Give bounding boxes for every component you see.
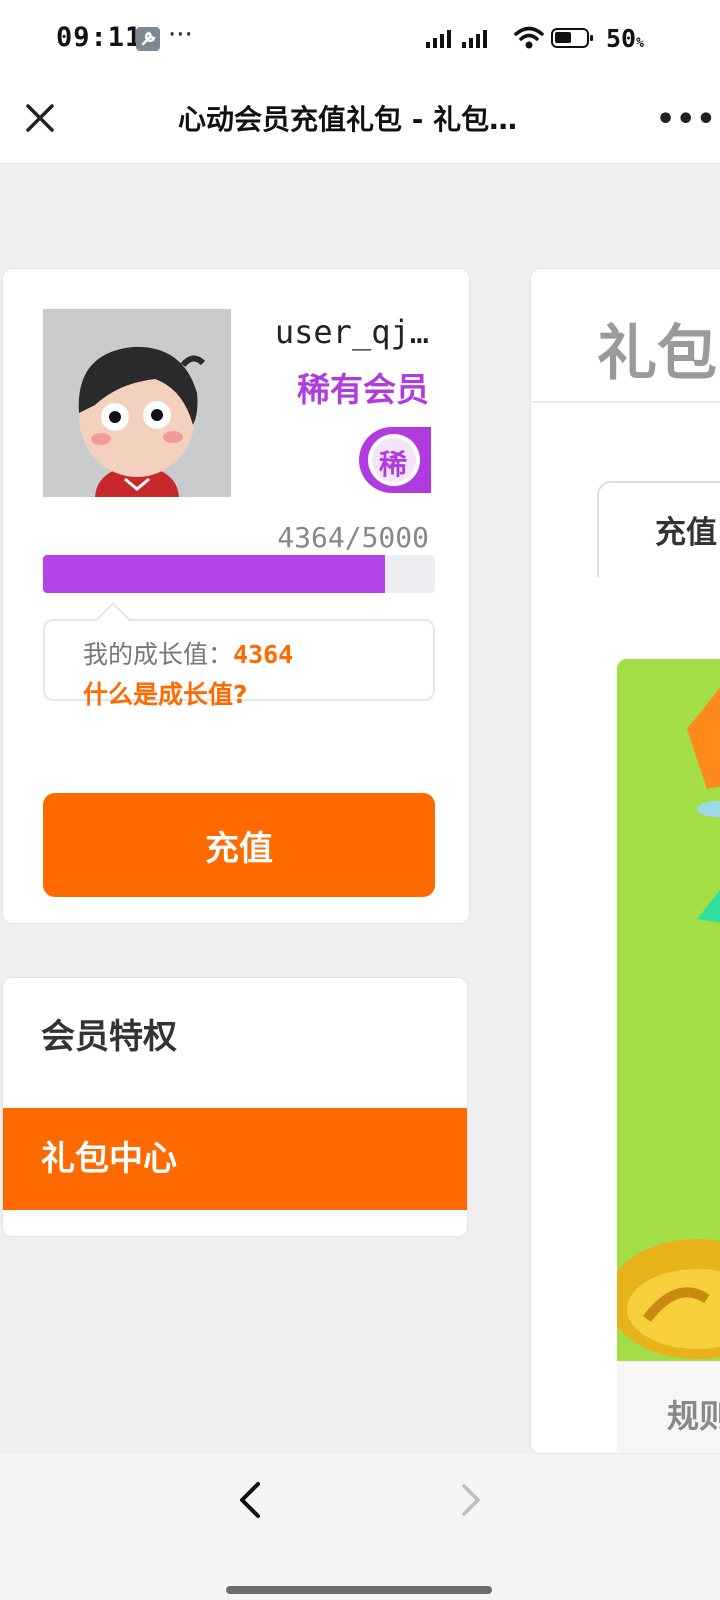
more-button[interactable]: ••• (656, 102, 717, 137)
panel-title: 礼包 (597, 319, 717, 389)
growth-label: 我的成长值： (83, 640, 234, 669)
signal-icon (426, 30, 451, 48)
member-badge-icon: 稀 (359, 427, 431, 493)
side-menu: 会员特权 礼包中心 (2, 977, 468, 1237)
status-bar: 09:11 ··· 50% (0, 0, 720, 78)
status-more: ··· (168, 20, 193, 50)
tab-label: 充值 (655, 515, 717, 551)
growth-progress-bar (43, 555, 435, 593)
status-time: 09:11 (56, 22, 143, 53)
avatar (43, 309, 231, 497)
gift-banner-image[interactable] (617, 659, 720, 1361)
wrench-icon (136, 27, 160, 51)
wifi-icon (514, 26, 544, 54)
member-level: 稀有会员 (297, 370, 429, 409)
username: user_qj… (274, 313, 429, 351)
growth-progress-fill (43, 555, 386, 593)
signal-icon (462, 30, 487, 48)
divider (531, 401, 720, 403)
growth-value-text: 4364/5000 (277, 521, 429, 554)
growth-tooltip: 我的成长值：4364 什么是成长值? (43, 619, 435, 709)
battery-icon (551, 28, 593, 48)
forward-icon[interactable] (452, 1478, 492, 1522)
recharge-button[interactable]: 充值 (43, 793, 435, 897)
battery-percent: 50% (606, 24, 644, 53)
profile-card: user_qj… 稀有会员 稀 4364/5000 我的成长值：4364 什么是… (2, 268, 470, 924)
menu-item-member-privileges[interactable]: 会员特权 (3, 986, 467, 1088)
menu-item-gift-center[interactable]: 礼包中心 (3, 1108, 467, 1210)
close-icon[interactable] (22, 100, 58, 136)
badge-char: 稀 (379, 448, 408, 481)
page-title: 心动会员充值礼包 - 礼包… (178, 103, 518, 136)
home-indicator[interactable] (226, 1586, 492, 1594)
back-icon[interactable] (230, 1476, 270, 1524)
gift-panel: 礼包 充值 规则 (530, 268, 720, 1454)
rules-label: 规则 (667, 1397, 720, 1435)
growth-value: 4364 (233, 640, 294, 669)
rules-section: 规则 (617, 1361, 720, 1453)
what-is-growth-link[interactable]: 什么是成长值? (83, 675, 248, 711)
nav-bar: 心动会员充值礼包 - 礼包… ••• (0, 78, 720, 164)
tab-recharge[interactable]: 充值 (597, 481, 720, 577)
browser-bottom-bar (0, 1454, 720, 1600)
